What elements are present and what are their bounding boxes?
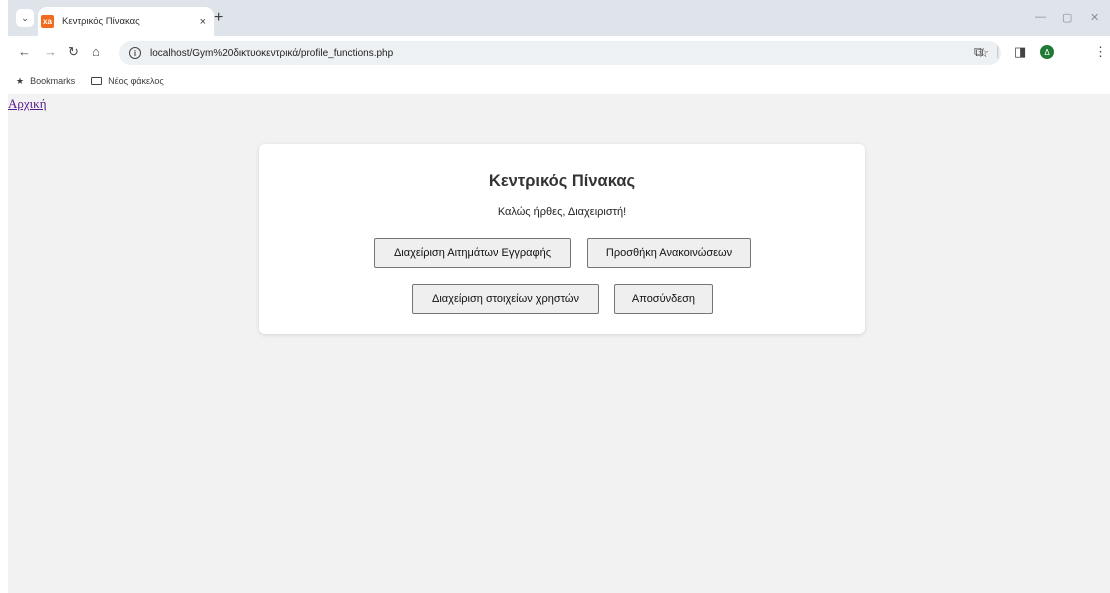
browser-window: ⌄ xa Κεντρικός Πίνακας × + — ▢ ✕ ← → ↻ ⌂…: [0, 0, 1110, 593]
side-panel-icon[interactable]: ◨: [1014, 44, 1026, 60]
tab-close-icon[interactable]: ×: [200, 16, 206, 28]
star-icon: ★: [16, 75, 25, 86]
page-title: Κεντρικός Πίνακας: [488, 172, 636, 190]
url-text: localhost/Gym%20δικτυοκεντρικά/profile_f…: [150, 47, 394, 59]
reload-icon[interactable]: ↻: [68, 44, 79, 60]
extensions-icon[interactable]: ⧉: [974, 44, 983, 60]
dashboard-card: Κεντρικός Πίνακας Καλώς ήρθες, Διαχειρισ…: [259, 144, 865, 334]
bookmark-folder[interactable]: Νέος φάκελος: [91, 76, 164, 86]
folder-icon: [91, 77, 103, 85]
manage-users-button[interactable]: Διαχείριση στοιχείων χρηστών: [412, 284, 599, 314]
bookmark-folder-label: Νέος φάκελος: [108, 76, 164, 86]
site-info-icon[interactable]: i: [129, 47, 141, 59]
active-tab[interactable]: xa Κεντρικός Πίνακας ×: [38, 7, 214, 36]
browser-chrome: ⌄ xa Κεντρικός Πίνακας × + — ▢ ✕ ← → ↻ ⌂…: [8, 0, 1110, 94]
welcome-message: Καλώς ήρθες, Διαχειριστή!: [497, 206, 627, 218]
back-arrow-icon[interactable]: ←: [18, 44, 31, 60]
manage-requests-button[interactable]: Διαχείριση Αιτημάτων Εγγραφής: [374, 238, 571, 268]
menu-kebab-icon[interactable]: ⋮: [1094, 44, 1107, 60]
add-announcements-button[interactable]: Προσθήκη Ανακοινώσεων: [587, 238, 751, 268]
minimize-icon[interactable]: —: [1035, 11, 1046, 23]
bookmarks-label: Bookmarks: [30, 76, 76, 86]
home-link[interactable]: Αρχική: [8, 96, 47, 112]
tab-search-chevron-icon[interactable]: ⌄: [16, 9, 34, 27]
restore-icon[interactable]: ▢: [1062, 11, 1072, 24]
tab-strip: ⌄ xa Κεντρικός Πίνακας × + — ▢ ✕: [8, 0, 1110, 36]
address-toolbar: ← → ↻ ⌂ i localhost/Gym%20δικτυοκεντρικά…: [8, 36, 1110, 68]
new-tab-icon[interactable]: +: [214, 10, 223, 26]
tab-title: Κεντρικός Πίνακας: [62, 16, 140, 27]
home-icon[interactable]: ⌂: [92, 44, 100, 60]
bookmarks-bar: ★ Bookmarks Νέος φάκελος: [8, 68, 1110, 94]
bookmarks-item[interactable]: ★ Bookmarks: [16, 76, 75, 87]
profile-avatar[interactable]: Δ: [1040, 45, 1054, 59]
forward-arrow-icon[interactable]: →: [44, 44, 57, 60]
close-window-icon[interactable]: ✕: [1090, 11, 1099, 24]
toolbar-divider: |: [996, 44, 1000, 59]
window-edge: [0, 0, 8, 593]
favicon-icon: xa: [41, 15, 54, 28]
page-content: Αρχική Κεντρικός Πίνακας Καλώς ήρθες, Δι…: [8, 94, 1110, 593]
logout-button[interactable]: Αποσύνδεση: [614, 284, 713, 314]
address-bar[interactable]: i localhost/Gym%20δικτυοκεντρικά/profile…: [119, 41, 1001, 65]
